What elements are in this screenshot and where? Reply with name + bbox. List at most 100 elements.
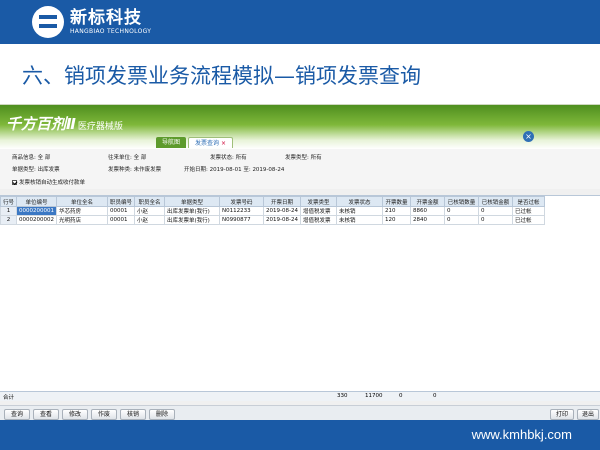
table-cell: 2019-08-24 [263,215,301,225]
table-row[interactable]: 2 0000200002 光明药店 00001 小赵 出库发票单(我行) N09… [0,215,545,225]
tab-invoice-query-label: 发票查询 [195,140,220,147]
table-cell: 0 [478,206,513,216]
totals-amount: 11700 [365,393,383,399]
filter-product-label: 商品信息: [12,155,36,161]
column-header[interactable]: 开票数量 [382,196,411,207]
app-logo: 千方百剂Ⅱ 医疗器械版 [6,113,123,134]
checkbox-icon[interactable] [12,180,17,185]
company-logo-text: 新标科技 HANGBIAO TECHNOLOGY [70,7,152,35]
column-header[interactable]: 发票状态 [336,196,383,207]
totals-label: 合计 [3,395,15,401]
column-header[interactable]: 是否过帐 [512,196,545,207]
table-cell: 未核销 [336,215,383,225]
filter-date-range[interactable]: 开始日期: 2019-08-01 至: 2019-08-24 [184,165,284,173]
filter-invoice-status-label: 发票状态: [210,155,234,161]
filter-product[interactable]: 商品信息: 全 部 [12,153,50,161]
table-cell[interactable]: 0000200002 [16,215,58,225]
table-cell[interactable]: 0000200001 [16,206,58,216]
column-header[interactable]: 职员编号 [107,196,136,207]
table-cell: 华芯药房 [56,206,109,216]
invoice-table: 行号 单位编号 单位全名 职员编号 职员全名 单据类型 发票号码 开票日期 发票… [0,195,600,391]
filter-invoice-status-value: 所有 [235,155,247,161]
company-logo-icon [32,6,64,38]
table-cell: 增值税发票 [300,215,337,225]
totals-written-qty: 0 [399,393,403,399]
table-cell: 210 [382,206,411,216]
table-cell: 光明药店 [56,215,109,225]
query-button[interactable]: 查询 [4,409,30,420]
app-window: 千方百剂Ⅱ 医疗器械版 × 导航图 发票查询 × 商品信息: 全 部 往来单位: 全… [0,104,600,421]
filter-invoice-kind-label: 发票种类: [108,167,132,173]
logo-cn: 新标科技 [70,7,142,28]
filter-date-end: 2019-08-24 [252,167,285,173]
filter-panel: 商品信息: 全 部 往来单位: 全 部 发票状态: 所有 发票类型: 所有 单据… [0,149,600,189]
table-cell: 增值税发票 [300,206,337,216]
filter-doc-type-value: 出库发票 [37,167,60,173]
filter-invoice-type-label: 发票类型: [285,155,309,161]
filter-date-label: 开始日期: [184,167,208,173]
table-cell: 0 [444,215,479,225]
table-cell: 已过帐 [512,206,545,216]
table-cell: 00001 [107,215,136,225]
column-header[interactable]: 单位全名 [56,196,109,207]
column-header[interactable]: 职员全名 [134,196,166,207]
filter-date-to: 至: [243,167,251,173]
footer-url: www.kmhbkj.com [471,427,572,442]
slide-header: 新标科技 HANGBIAO TECHNOLOGY [0,0,600,44]
writeoff-button[interactable]: 核销 [120,409,146,420]
column-header[interactable]: 发票类型 [300,196,337,207]
exit-button[interactable]: 退出 [577,409,599,420]
void-button[interactable]: 作废 [91,409,117,420]
table-header-row: 行号 单位编号 单位全名 职员编号 职员全名 单据类型 发票号码 开票日期 发票… [0,196,545,207]
slide-footer: www.kmhbkj.com [0,420,600,450]
table-cell: 出库发票单(我行) [164,206,221,216]
auto-writeoff-label: 发票核销自动生成收付款单 [19,180,86,186]
column-header[interactable]: 已核销金额 [478,196,513,207]
totals-qty: 330 [337,393,348,399]
app-logo-sub: 医疗器械版 [77,122,123,132]
table-cell: 2019-08-24 [263,206,301,216]
view-button[interactable]: 查看 [33,409,59,420]
column-header[interactable]: 开票金额 [410,196,445,207]
filter-invoice-type[interactable]: 发票类型: 所有 [285,153,322,161]
table-cell: 已过帐 [512,215,545,225]
close-icon[interactable]: × [523,131,534,142]
invoice-grid: 行号 单位编号 单位全名 职员编号 职员全名 单据类型 发票号码 开票日期 发票… [0,196,545,225]
modify-button[interactable]: 修改 [62,409,88,420]
filter-partner[interactable]: 往来单位: 全 部 [108,153,146,161]
column-header[interactable]: 已核销数量 [444,196,479,207]
column-header[interactable]: 单据类型 [164,196,221,207]
tab-bar: 导航图 发票查询 × [156,137,235,149]
logo-en: HANGBIAO TECHNOLOGY [70,27,152,35]
tab-navigation[interactable]: 导航图 [156,137,187,148]
table-cell: 出库发票单(我行) [164,215,221,225]
filter-doc-type[interactable]: 单据类型: 出库发票 [12,165,60,173]
column-header[interactable]: 发票号码 [219,196,265,207]
filter-product-value: 全 部 [37,155,51,161]
delete-button[interactable]: 删除 [149,409,175,420]
totals-row: 合计 330 11700 0 0 [0,391,600,401]
table-cell: 1 [0,206,18,216]
print-button[interactable]: 打印 [550,409,574,420]
app-logo-text: 千方百剂Ⅱ [6,115,76,133]
table-cell: 未核销 [336,206,383,216]
filter-invoice-kind[interactable]: 发票种类: 未作废发票 [108,165,161,173]
column-header[interactable]: 单位编号 [16,196,58,207]
auto-writeoff-checkbox[interactable]: 发票核销自动生成收付款单 [12,178,85,186]
table-cell: 小赵 [134,206,166,216]
filter-invoice-status[interactable]: 发票状态: 所有 [210,153,247,161]
table-row[interactable]: 1 0000200001 华芯药房 00001 小赵 出库发票单(我行) N01… [0,206,545,216]
table-cell: 120 [382,215,411,225]
column-header[interactable]: 开票日期 [263,196,301,207]
column-header[interactable]: 行号 [0,196,18,207]
totals-written-amount: 0 [433,393,437,399]
table-cell: 0 [444,206,479,216]
table-cell: 小赵 [134,215,166,225]
company-logo: 新标科技 HANGBIAO TECHNOLOGY [32,6,172,38]
filter-invoice-type-value: 所有 [310,155,322,161]
tab-invoice-query[interactable]: 发票查询 × [188,137,234,148]
tab-close-icon[interactable]: × [221,140,226,147]
filter-partner-label: 往来单位: [108,155,132,161]
slide-title: 六、销项发票业务流程模拟—销项发票查询 [22,64,421,88]
filter-partner-value: 全 部 [133,155,147,161]
